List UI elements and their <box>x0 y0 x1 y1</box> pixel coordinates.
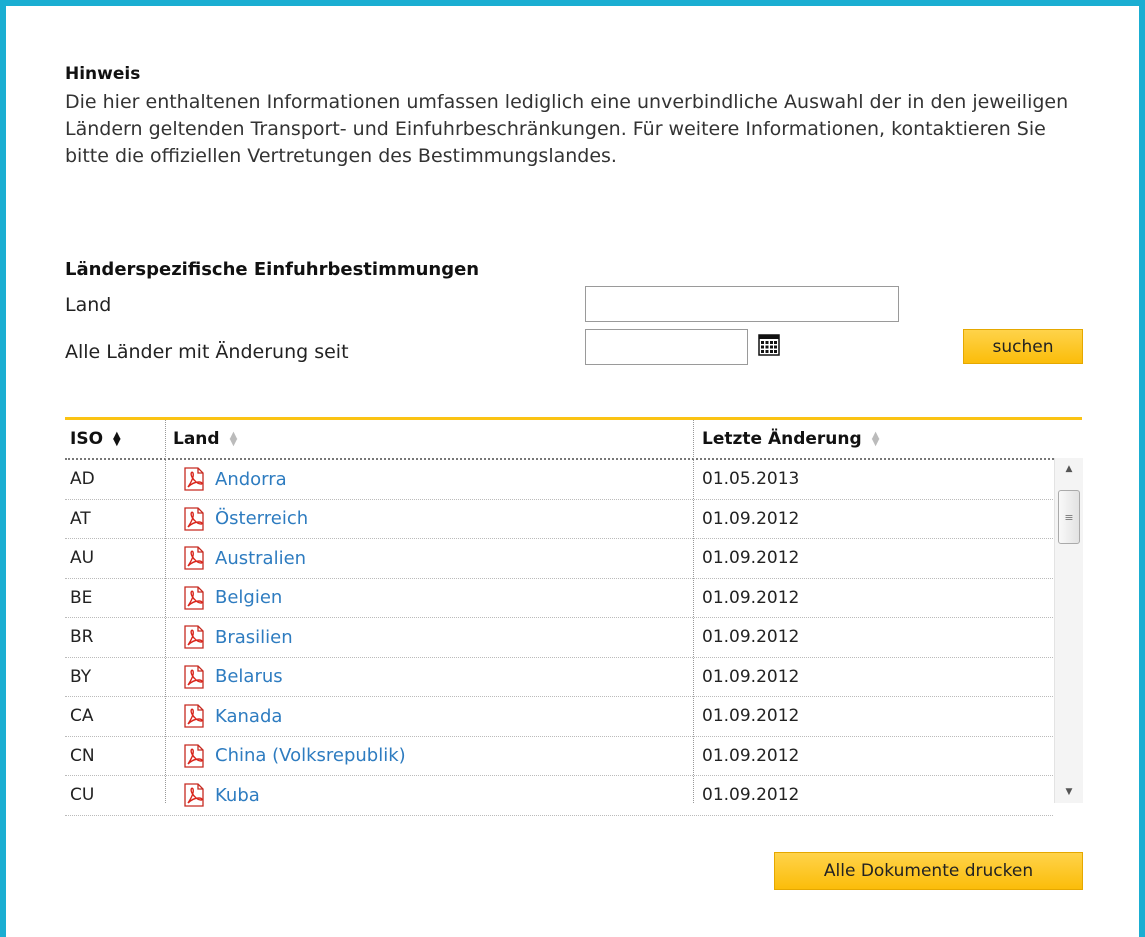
date-cell: 01.09.2012 <box>702 666 800 687</box>
country-cell: Belarus <box>183 658 683 696</box>
date-cell: 01.09.2012 <box>702 785 800 805</box>
pdf-icon[interactable] <box>183 743 205 768</box>
country-link[interactable]: Österreich <box>215 508 308 529</box>
country-cell: Brasilien <box>183 618 683 656</box>
table-header: ISO ▲ ▼ Land ▲ ▼ Letzte Änderung ▲ ▼ <box>65 420 1082 460</box>
country-cell: Kanada <box>183 697 683 735</box>
date-cell: 01.09.2012 <box>702 706 800 726</box>
country-link[interactable]: China (Volksrepublik) <box>215 745 406 766</box>
calendar-icon[interactable] <box>758 334 780 356</box>
date-cell: 01.05.2013 <box>702 469 800 489</box>
column-header-iso-label: ISO <box>70 429 104 449</box>
table-row: CA Kanada 01.09.2012 <box>65 697 1053 737</box>
pdf-icon[interactable] <box>183 546 205 570</box>
changed-since-label: Alle Länder mit Änderung seit <box>65 341 349 363</box>
column-header-country[interactable]: Land ▲ ▼ <box>173 420 693 458</box>
table-row: AU Australien 01.09.2012 <box>65 539 1053 579</box>
table-row: AD Andorra 01.05.2013 <box>65 460 1053 500</box>
country-link[interactable]: Kanada <box>215 706 282 727</box>
country-input[interactable] <box>585 286 899 322</box>
table-scrollbar[interactable]: ▲ ≡ ▼ <box>1054 458 1083 803</box>
iso-cell: CN <box>70 745 95 766</box>
sort-asc-icon: ▲ ▼ <box>113 430 121 448</box>
country-link[interactable]: Kuba <box>215 785 260 806</box>
iso-cell: CA <box>70 706 94 726</box>
table-row: BR Brasilien 01.09.2012 <box>65 618 1053 658</box>
table-body: AD Andorra 01.05.2013 AT Österreich 01.0… <box>65 460 1053 816</box>
country-cell: Österreich <box>183 500 683 538</box>
column-header-last-change-label: Letzte Änderung <box>702 429 862 449</box>
table-row: AT Österreich 01.09.2012 <box>65 500 1053 539</box>
country-link[interactable]: Andorra <box>215 469 287 490</box>
country-link[interactable]: Belarus <box>215 666 283 687</box>
iso-cell: AT <box>70 508 91 529</box>
country-cell: China (Volksrepublik) <box>183 737 683 775</box>
table-row: BY Belarus 01.09.2012 <box>65 658 1053 697</box>
pdf-icon[interactable] <box>183 506 205 531</box>
table-row: CU Kuba 01.09.2012 <box>65 776 1053 816</box>
country-cell: Belgien <box>183 579 683 617</box>
pdf-icon[interactable] <box>183 783 205 807</box>
search-button[interactable]: suchen <box>963 329 1083 364</box>
pdf-icon[interactable] <box>183 625 205 649</box>
notice-title: Hinweis <box>65 64 141 84</box>
scrollbar-thumb[interactable]: ≡ <box>1058 490 1080 544</box>
column-header-iso[interactable]: ISO ▲ ▼ <box>70 420 165 458</box>
changed-since-date-input[interactable] <box>585 329 748 365</box>
date-cell: 01.09.2012 <box>702 548 800 568</box>
print-all-button[interactable]: Alle Dokumente drucken <box>774 852 1083 890</box>
date-cell: 01.09.2012 <box>702 508 800 529</box>
iso-cell: AD <box>70 469 95 489</box>
country-cell: Kuba <box>183 776 683 814</box>
iso-cell: BE <box>70 587 93 608</box>
date-cell: 01.09.2012 <box>702 587 800 608</box>
pdf-icon[interactable] <box>183 467 205 491</box>
pdf-icon[interactable] <box>183 704 205 728</box>
scroll-down-arrow-icon[interactable]: ▼ <box>1055 781 1083 803</box>
iso-cell: AU <box>70 548 95 568</box>
section-title: Länderspezifische Einfuhrbestimmungen <box>65 259 480 280</box>
country-link[interactable]: Australien <box>215 548 306 569</box>
country-cell: Australien <box>183 539 683 577</box>
column-header-country-label: Land <box>173 429 220 449</box>
date-cell: 01.09.2012 <box>702 627 800 647</box>
country-cell: Andorra <box>183 460 683 498</box>
pdf-icon[interactable] <box>183 664 205 689</box>
table-row: CN China (Volksrepublik) 01.09.2012 <box>65 737 1053 776</box>
pdf-icon[interactable] <box>183 585 205 610</box>
scroll-up-arrow-icon[interactable]: ▲ <box>1055 458 1083 480</box>
notice-text: Die hier enthaltenen Informationen umfas… <box>65 91 1069 167</box>
country-link[interactable]: Belgien <box>215 587 282 608</box>
sort-icon: ▲ ▼ <box>871 430 880 448</box>
sort-icon: ▲ ▼ <box>229 430 238 448</box>
country-link[interactable]: Brasilien <box>215 627 293 648</box>
iso-cell: BY <box>70 666 92 687</box>
countries-table: ISO ▲ ▼ Land ▲ ▼ Letzte Änderung ▲ ▼ AD And… <box>65 417 1083 816</box>
table-row: BE Belgien 01.09.2012 <box>65 579 1053 618</box>
column-header-last-change[interactable]: Letzte Änderung ▲ ▼ <box>702 420 1072 458</box>
iso-cell: BR <box>70 627 94 647</box>
date-cell: 01.09.2012 <box>702 745 800 766</box>
country-label: Land <box>65 294 112 316</box>
iso-cell: CU <box>70 785 95 805</box>
